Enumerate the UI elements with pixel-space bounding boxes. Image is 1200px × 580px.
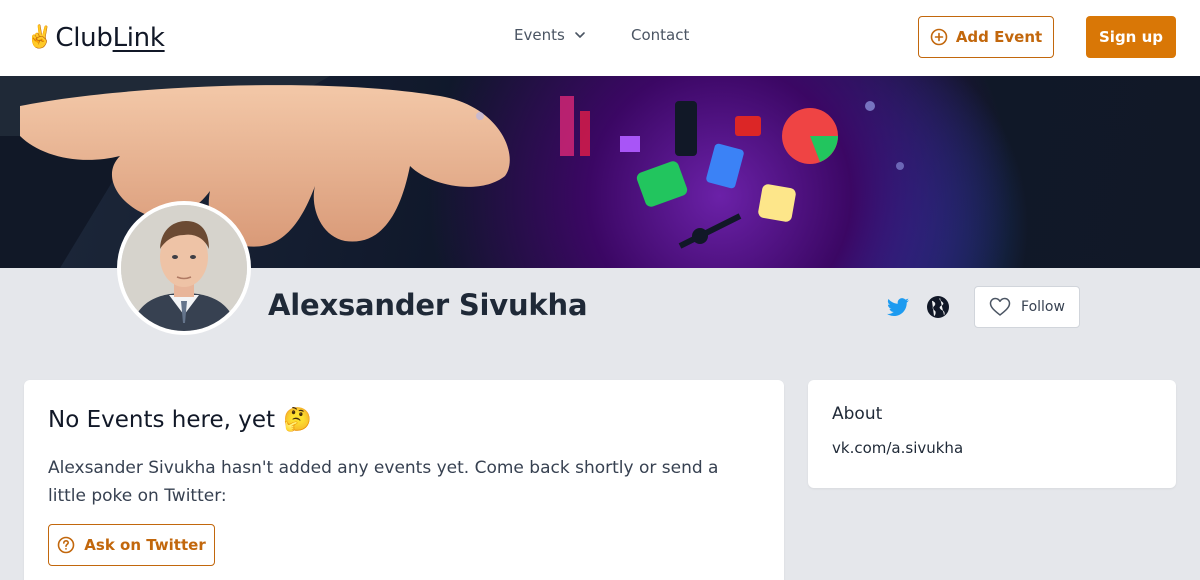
top-navbar: ✌️ ClubLink Events Contact Add Event Sig… (0, 0, 1200, 76)
victory-hand-icon: ✌️ (26, 25, 54, 50)
nav-contact-link[interactable]: Contact (631, 26, 689, 44)
thinking-face-icon: 🤔 (283, 407, 312, 433)
profile-name: Alexsander Sivukha (268, 288, 588, 322)
nav-events-label: Events (514, 26, 565, 44)
clublink-logo[interactable]: ✌️ ClubLink (26, 22, 165, 54)
ask-on-twitter-label: Ask on Twitter (84, 536, 206, 554)
nav-events-dropdown[interactable]: Events (514, 26, 587, 44)
events-card-title: No Events here, yet 🤔 (48, 406, 312, 434)
avatar-portrait (121, 205, 247, 331)
add-event-button[interactable]: Add Event (918, 16, 1054, 58)
add-event-label: Add Event (955, 28, 1043, 46)
events-card-description: Alexsander Sivukha hasn't added any even… (48, 458, 719, 506)
ask-on-twitter-button[interactable]: Ask on Twitter (48, 524, 215, 566)
logo-text: ClubLink (55, 23, 165, 53)
events-card: No Events here, yet 🤔 Alexsander Sivukha… (24, 380, 784, 580)
sign-up-button[interactable]: Sign up (1086, 16, 1176, 58)
follow-label: Follow (1021, 299, 1065, 315)
about-card-title: About (832, 404, 883, 424)
chevron-down-icon (574, 32, 585, 38)
about-website-link[interactable]: vk.com/a.sivukha (832, 439, 963, 457)
follow-button[interactable]: Follow (974, 286, 1080, 328)
profile-avatar (117, 201, 251, 335)
heart-icon (989, 297, 1011, 316)
plus-circle-icon (930, 28, 948, 46)
about-card: About vk.com/a.sivukha (808, 380, 1176, 488)
question-circle-icon (57, 536, 75, 554)
globe-icon[interactable] (926, 295, 950, 319)
twitter-icon[interactable] (886, 295, 910, 319)
